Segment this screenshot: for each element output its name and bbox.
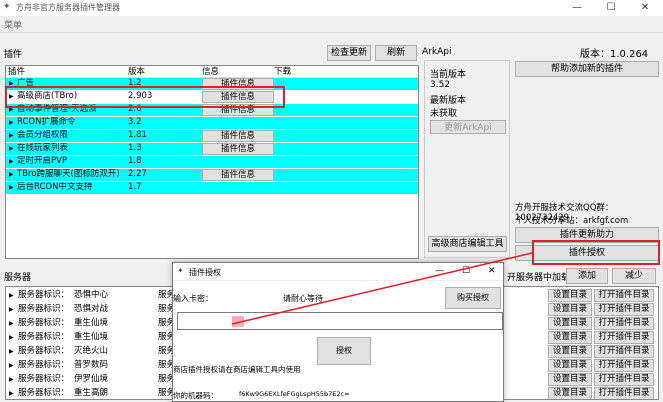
callout-line: [231, 252, 533, 325]
